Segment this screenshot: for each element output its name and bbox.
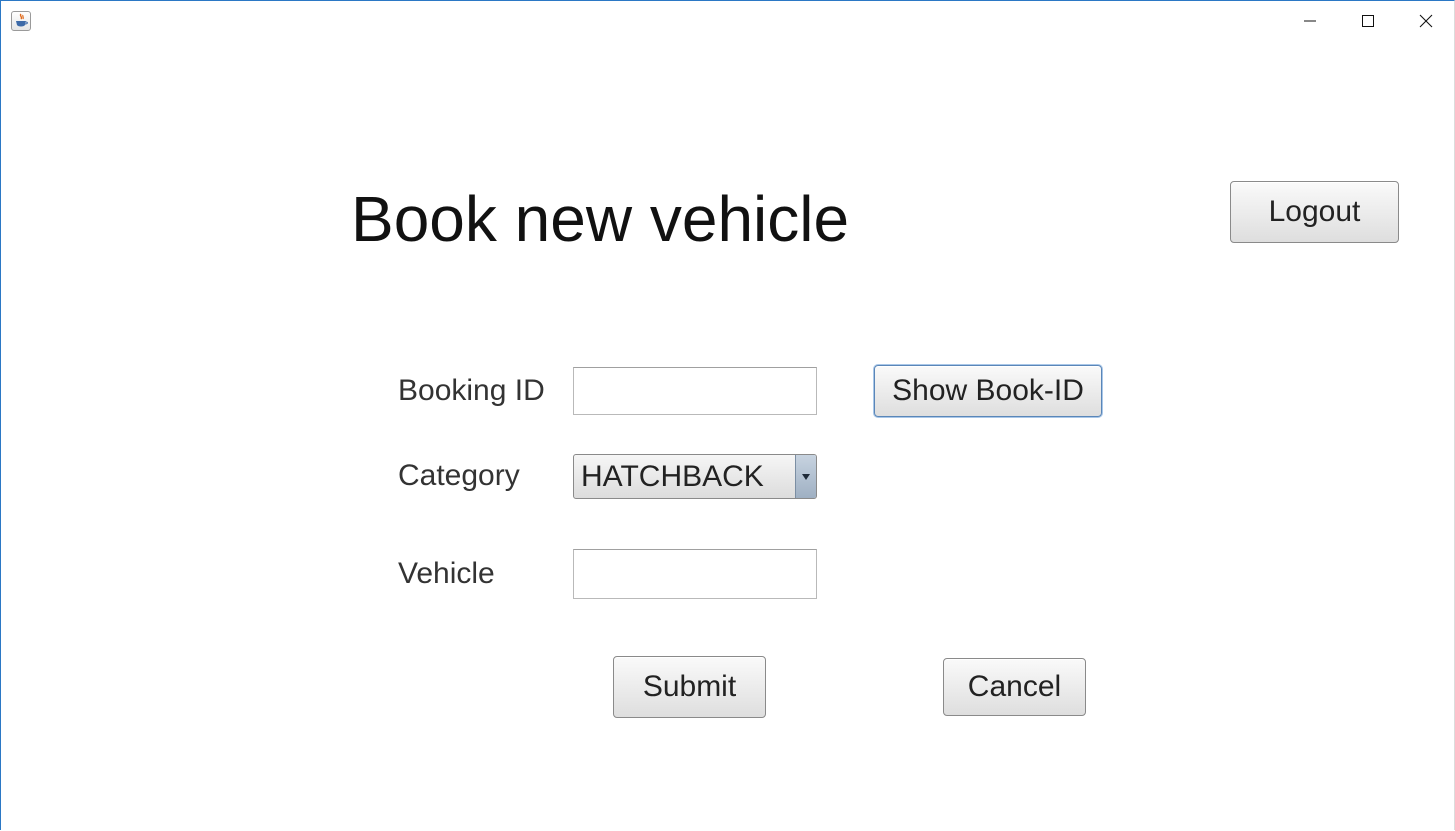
category-selected-value: HATCHBACK [581,460,764,493]
title-bar[interactable] [1,1,1454,41]
close-icon [1419,14,1433,28]
logout-button[interactable]: Logout [1230,181,1399,243]
booking-id-field[interactable] [573,367,817,415]
minimize-button[interactable] [1281,1,1339,41]
submit-button[interactable]: Submit [613,656,766,718]
booking-id-label: Booking ID [398,374,545,407]
minimize-icon [1304,20,1316,22]
cancel-button[interactable]: Cancel [943,658,1086,716]
page-title: Book new vehicle [351,183,850,255]
close-button[interactable] [1397,1,1454,41]
chevron-down-icon [802,474,810,480]
maximize-icon [1362,15,1374,27]
app-window: Book new vehicle Logout Booking ID Show … [0,0,1455,830]
dropdown-arrow-button[interactable] [795,455,816,498]
vehicle-field[interactable] [573,549,817,599]
maximize-button[interactable] [1339,1,1397,41]
java-app-icon[interactable] [11,11,31,31]
category-label: Category [398,459,520,492]
vehicle-label: Vehicle [398,557,495,590]
show-book-id-button[interactable]: Show Book-ID [874,365,1102,417]
category-dropdown[interactable]: HATCHBACK [573,454,817,499]
